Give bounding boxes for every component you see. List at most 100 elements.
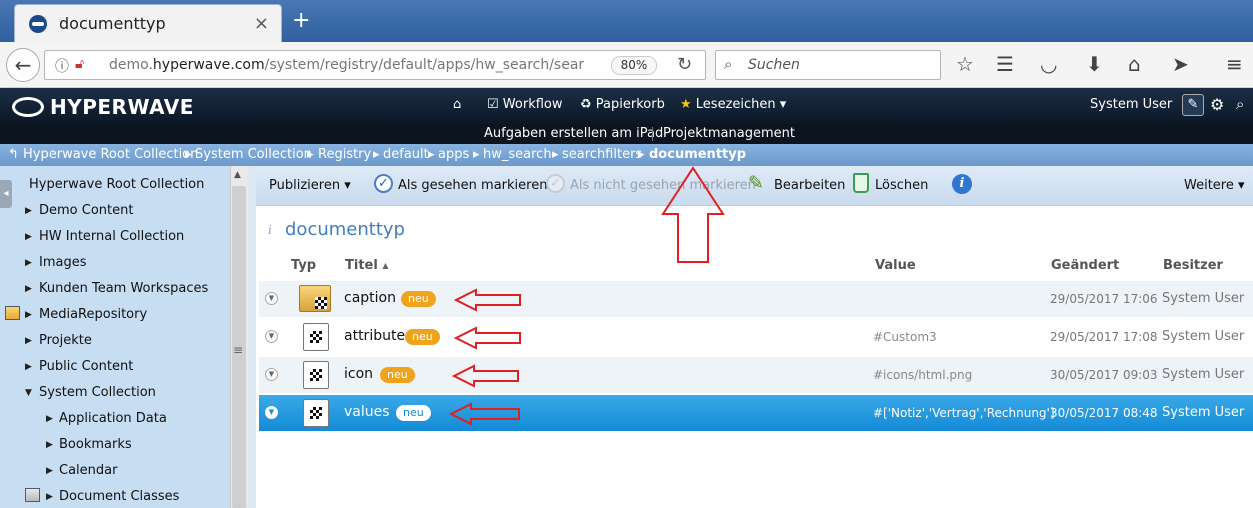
workflow-link[interactable]: ☑ Workflow [487, 97, 563, 112]
table-row[interactable]: ▼ attribute neu #Custom3 29/05/2017 17:0… [259, 319, 1253, 355]
breadcrumb-item[interactable]: Registry [318, 147, 371, 162]
breadcrumb-item[interactable]: searchfilters [562, 147, 642, 162]
bookmark-star-icon[interactable]: ☆ [956, 52, 974, 76]
tree-item-system-collection[interactable]: System Collection [39, 385, 156, 400]
tree-root[interactable]: Hyperwave Root Collection [29, 177, 204, 192]
table-row[interactable]: ▼ icon neu #icons/html.png 30/05/2017 09… [259, 357, 1253, 393]
table-row[interactable]: ▼ caption neu 29/05/2017 17:06 System Us… [259, 281, 1253, 317]
breadcrumb-item[interactable]: apps [438, 147, 469, 162]
hyperwave-header: HYPERWAVE ⌂ ☑ Workflow ♻ Papierkorb ★ Le… [0, 88, 1253, 124]
home-icon[interactable]: ⌂ [453, 97, 461, 112]
tree-item-media-repository[interactable]: MediaRepository [39, 307, 147, 322]
tree-item-application-data[interactable]: Application Data [59, 411, 167, 426]
row-menu-icon[interactable]: ▼ [265, 368, 278, 381]
expand-arrow-icon[interactable]: ▶ [25, 336, 32, 346]
breadcrumb-current: documenttyp [649, 147, 747, 162]
search-bar[interactable]: ⌕ Suchen [715, 50, 941, 80]
tab-close-icon[interactable]: × [254, 13, 269, 34]
expand-arrow-icon[interactable]: ▶ [46, 492, 53, 502]
tree-item-calendar[interactable]: Calendar [59, 463, 117, 478]
tree-item-projekte[interactable]: Projekte [39, 333, 92, 348]
reload-icon[interactable]: ↻ [677, 54, 692, 75]
row-title[interactable]: values [344, 404, 390, 420]
column-header-changed[interactable]: Geändert [1051, 258, 1119, 273]
expand-arrow-icon[interactable]: ▶ [25, 284, 32, 294]
column-header-value[interactable]: Value [875, 258, 916, 273]
publish-menu[interactable]: Publizieren ▾ [269, 178, 351, 193]
home-icon[interactable]: ⌂ [1128, 52, 1141, 76]
url-text[interactable]: demo.hyperwave.com/system/registry/defau… [109, 57, 584, 73]
document-icon [303, 399, 329, 427]
pocket-icon[interactable]: ◡ [1040, 52, 1057, 76]
breadcrumb-item[interactable]: default [383, 147, 429, 162]
user-name[interactable]: System User [1090, 97, 1172, 112]
hamburger-menu-icon[interactable]: ≡ [1226, 52, 1243, 76]
send-icon[interactable]: ➤ [1172, 52, 1189, 76]
breadcrumb-separator: ▸ [473, 147, 480, 162]
sub-menu-ipad[interactable]: Aufgaben erstellen am iPad [484, 126, 663, 141]
page-title: documenttyp [285, 219, 405, 240]
column-header-owner[interactable]: Besitzer [1163, 258, 1223, 273]
table-row-selected[interactable]: ▼ values neu #['Notiz','Vertrag','Rechnu… [259, 395, 1253, 431]
mark-seen-button[interactable]: Als gesehen markieren [398, 178, 547, 193]
row-title[interactable]: caption [344, 290, 396, 306]
more-menu[interactable]: Weitere ▾ [1184, 178, 1245, 193]
browser-tab[interactable]: documenttyp × [14, 4, 282, 42]
breadcrumb-item[interactable]: System Collection [195, 147, 312, 162]
reading-list-icon[interactable]: ☰ [996, 52, 1014, 76]
info-icon[interactable]: i [952, 174, 972, 194]
gear-icon[interactable]: ⚙ [1210, 95, 1224, 114]
edit-button[interactable]: Bearbeiten [774, 178, 845, 193]
tree-item-kunden[interactable]: Kunden Team Workspaces [39, 281, 208, 296]
collapse-arrow-icon[interactable]: ▼ [25, 388, 32, 398]
collapse-sidebar-icon[interactable]: ◂ [0, 180, 12, 208]
breadcrumb-item[interactable]: Hyperwave Root Collection [23, 147, 198, 162]
row-menu-icon[interactable]: ▼ [265, 292, 278, 305]
expand-arrow-icon[interactable]: ▶ [46, 466, 53, 476]
insecure-lock-icon[interactable]: 🔓︎ [75, 56, 84, 72]
expand-arrow-icon[interactable]: ▶ [46, 440, 53, 450]
site-info-icon[interactable]: ⓘ [55, 56, 69, 76]
column-header-title[interactable]: Titel ▲ [345, 258, 389, 273]
url-bar[interactable]: ⓘ 🔓︎ demo.hyperwave.com/system/registry/… [44, 50, 706, 80]
tree-item-images[interactable]: Images [39, 255, 87, 270]
expand-arrow-icon[interactable]: ▶ [25, 258, 32, 268]
expand-arrow-icon[interactable]: ▶ [25, 362, 32, 372]
expand-arrow-icon[interactable]: ▶ [25, 310, 32, 320]
splitter-grip-icon[interactable]: ≡ [233, 343, 243, 357]
edit-mode-icon[interactable]: ✎ [1182, 94, 1204, 116]
back-button[interactable]: ← [6, 48, 40, 82]
sub-menu-bar: Aufgaben erstellen am iPad Projektmanage… [0, 124, 1253, 144]
download-icon[interactable]: ⬇ [1086, 52, 1103, 76]
trash-link[interactable]: ♻ Papierkorb [580, 97, 665, 112]
row-title[interactable]: icon [344, 366, 373, 382]
row-menu-icon[interactable]: ▼ [265, 330, 278, 343]
scroll-up-icon[interactable]: ▲ [234, 170, 241, 180]
breadcrumb: ↰ Hyperwave Root Collection ▸ System Col… [0, 144, 1253, 166]
tree-item-bookmarks[interactable]: Bookmarks [59, 437, 132, 452]
row-value: #Custom3 [873, 330, 937, 344]
expand-arrow-icon[interactable]: ▶ [25, 232, 32, 242]
tree-item-public-content[interactable]: Public Content [39, 359, 133, 374]
tree-item-demo-content[interactable]: Demo Content [39, 203, 133, 218]
search-icon[interactable]: ⌕ [1236, 95, 1244, 113]
breadcrumb-item[interactable]: hw_search [483, 147, 552, 162]
bookmarks-menu[interactable]: ★ Lesezeichen ▾ [680, 97, 786, 112]
new-badge: neu [405, 329, 440, 345]
row-title[interactable]: attribute [344, 328, 405, 344]
row-menu-icon[interactable]: ▼ [265, 406, 278, 419]
new-tab-button[interactable]: + [292, 8, 310, 33]
pane-splitter[interactable] [248, 166, 256, 508]
hyperwave-logo[interactable]: HYPERWAVE [12, 95, 194, 119]
breadcrumb-up-icon[interactable]: ↰ [8, 147, 19, 162]
expand-arrow-icon[interactable]: ▶ [25, 206, 32, 216]
delete-button[interactable]: Löschen [875, 178, 928, 193]
tree-item-document-classes[interactable]: Document Classes [59, 489, 179, 504]
sub-menu-project[interactable]: Projektmanagement [663, 126, 795, 141]
expand-arrow-icon[interactable]: ▶ [46, 414, 53, 424]
zoom-level[interactable]: 80% [611, 56, 657, 75]
tree-item-hw-internal[interactable]: HW Internal Collection [39, 229, 184, 244]
column-header-type[interactable]: Typ [291, 258, 316, 273]
search-icon: ⌕ [724, 55, 733, 73]
browser-tab-strip: documenttyp × + [0, 0, 1253, 42]
